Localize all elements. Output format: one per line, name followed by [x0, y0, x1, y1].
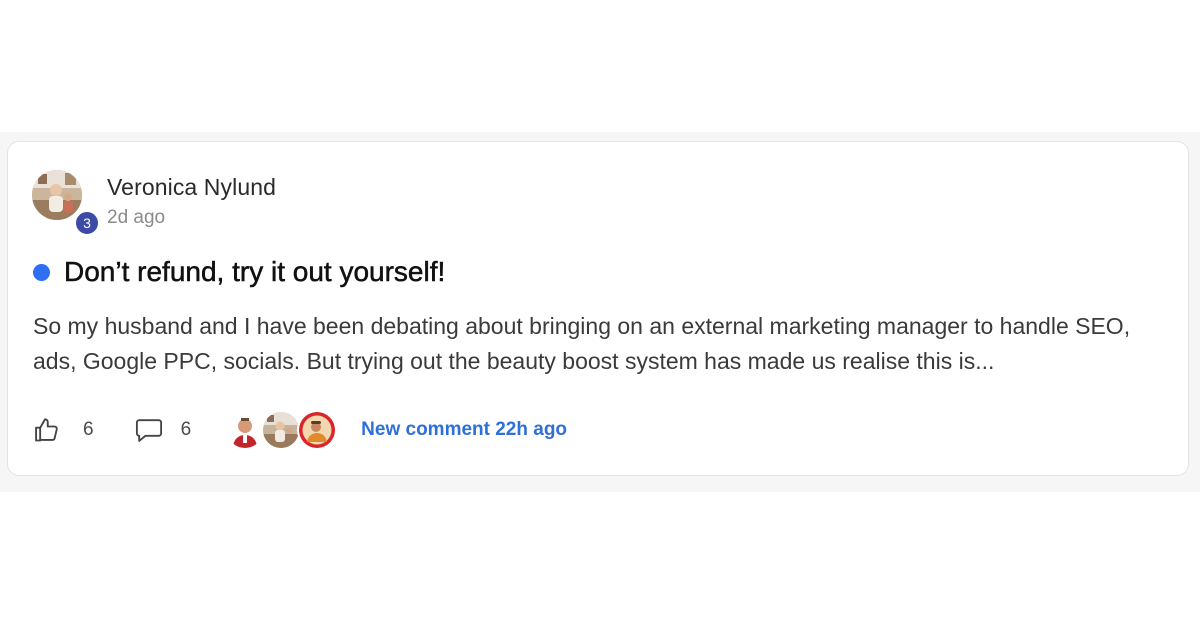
author-name[interactable]: Veronica Nylund	[107, 173, 276, 201]
commenter-avatar-photo-icon	[227, 412, 264, 448]
comment-count: 6	[180, 419, 192, 440]
like-count: 6	[83, 419, 94, 440]
post-timestamp: 2d ago	[107, 207, 166, 228]
thumbs-up-icon	[35, 418, 58, 442]
post-footer: 6 6 New comment 22h ago	[32, 410, 567, 450]
commenter-avatar[interactable]	[261, 410, 302, 450]
post-excerpt[interactable]: So my husband and I have been debating a…	[33, 309, 1163, 379]
level-badge: 3	[74, 210, 100, 236]
unread-dot-icon	[33, 263, 50, 281]
commenter-avatar-photo-icon	[263, 412, 300, 448]
author-avatar[interactable]	[32, 170, 82, 220]
commenter-avatar[interactable]	[225, 410, 266, 450]
post-author-row: 3 Veronica Nylund 2d ago	[32, 170, 276, 236]
like-button[interactable]: 6	[32, 416, 94, 444]
post-card[interactable]: 3 Veronica Nylund 2d ago Don’t refund, t…	[7, 141, 1189, 476]
speech-bubble-icon	[135, 419, 162, 442]
post-title[interactable]: Don’t refund, try it out yourself!	[64, 255, 446, 289]
commenter-avatar[interactable]	[297, 410, 338, 450]
recent-commenters[interactable]	[225, 410, 338, 450]
post-title-row[interactable]: Don’t refund, try it out yourself!	[33, 255, 446, 289]
new-comment-link[interactable]: New comment 22h ago	[361, 419, 567, 441]
author-avatar-wrap[interactable]: 3	[32, 170, 100, 236]
user-avatar-photo-icon	[32, 170, 82, 220]
author-meta: Veronica Nylund 2d ago	[107, 170, 276, 229]
comment-button[interactable]: 6	[134, 416, 192, 444]
commenter-avatar-photo-icon	[299, 412, 336, 448]
